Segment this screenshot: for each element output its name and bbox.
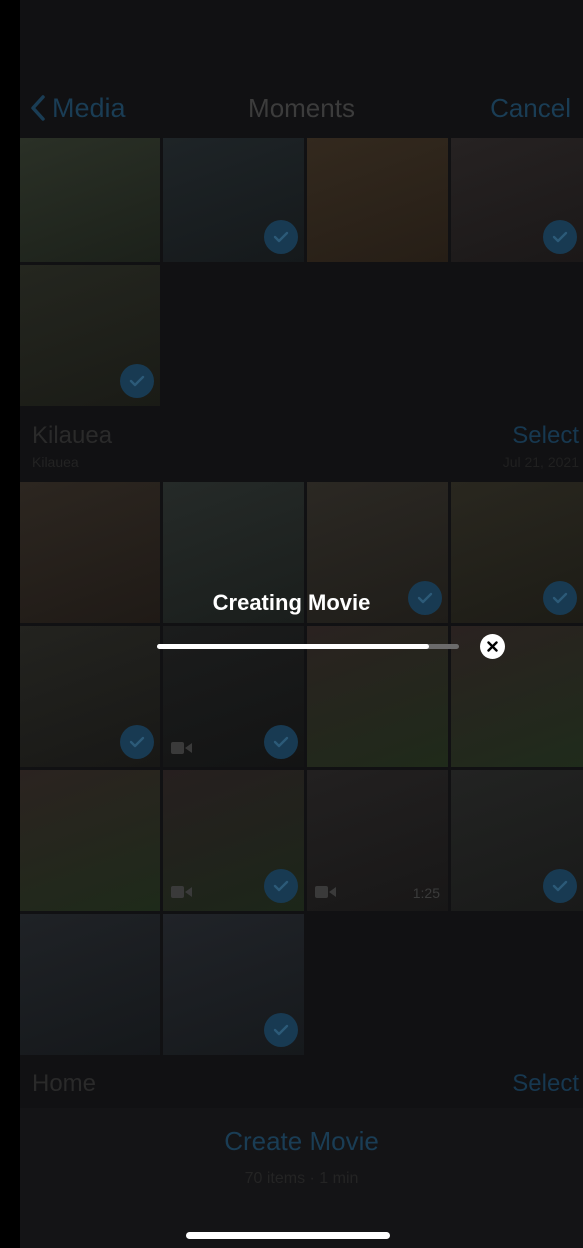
cancel-progress-button[interactable] <box>480 634 505 659</box>
selected-check-icon[interactable] <box>264 725 298 759</box>
progress-fill <box>157 644 429 649</box>
photo-tile[interactable] <box>20 770 160 911</box>
photo-tile[interactable] <box>451 770 583 911</box>
selected-check-icon[interactable] <box>543 869 577 903</box>
movie-progress-bar <box>157 644 459 649</box>
section-title: Kilauea <box>32 422 113 449</box>
photo-tile[interactable] <box>451 626 583 767</box>
selected-check-icon[interactable] <box>120 725 154 759</box>
selected-check-icon[interactable] <box>120 364 154 398</box>
select-button[interactable]: Select <box>512 1070 579 1098</box>
selected-check-icon[interactable] <box>264 869 298 903</box>
video-camera-icon <box>171 885 193 899</box>
navigation-bar: Media Moments Cancel <box>20 80 583 136</box>
photo-tile[interactable] <box>20 265 160 406</box>
photo-tile[interactable] <box>20 914 160 1055</box>
video-camera-icon <box>171 741 193 755</box>
home-indicator[interactable] <box>186 1232 390 1239</box>
photo-tile[interactable] <box>163 914 304 1055</box>
photo-tile[interactable] <box>451 138 583 262</box>
close-icon <box>487 641 498 652</box>
moments-screen: Media Moments Cancel Kilauea Kilauea Sel… <box>20 0 583 1248</box>
video-duration: 1:25 <box>412 885 440 901</box>
selected-check-icon[interactable] <box>264 1013 298 1047</box>
photo-tile[interactable]: 1:25 <box>307 770 448 911</box>
section-header-home: Home Select <box>20 1060 583 1108</box>
selected-check-icon[interactable] <box>543 220 577 254</box>
select-button[interactable]: Select <box>512 422 579 450</box>
bottom-toolbar: Create Movie 70 items · 1 min <box>20 1108 583 1248</box>
create-movie-summary: 70 items · 1 min <box>244 1170 359 1187</box>
section-date: Jul 21, 2021 <box>502 454 579 470</box>
section-header-kilauea: Kilauea Kilauea Select Jul 21, 2021 <box>20 412 583 482</box>
create-movie-button[interactable]: Create Movie <box>20 1126 583 1157</box>
photo-tile[interactable] <box>307 138 448 262</box>
video-camera-icon <box>315 885 337 899</box>
section-title: Home <box>32 1070 97 1097</box>
photo-tile[interactable] <box>163 138 304 262</box>
section-subtitle: Kilauea <box>32 454 79 470</box>
creating-movie-label: Creating Movie <box>212 590 371 615</box>
cancel-button[interactable]: Cancel <box>490 88 571 128</box>
selected-check-icon[interactable] <box>264 220 298 254</box>
photo-tile[interactable] <box>20 138 160 262</box>
photo-tile[interactable] <box>163 770 304 911</box>
photo-tile[interactable] <box>20 626 160 767</box>
